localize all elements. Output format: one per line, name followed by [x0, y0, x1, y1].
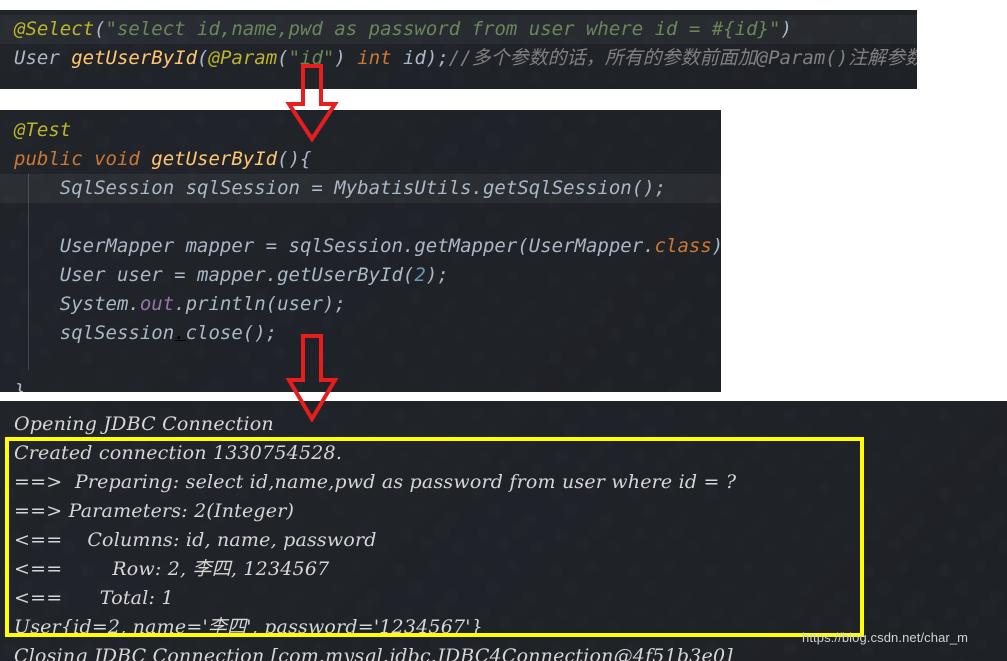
code-token: ( [94, 18, 106, 40]
code-token: int [357, 47, 392, 69]
code-token: "select id,name,pwd as password from use… [105, 18, 781, 40]
code-token: ( [197, 47, 209, 69]
test-code-panel: @Test public void getUserById(){ SqlSessi… [0, 110, 721, 392]
test-code-lines: @Test public void getUserById(){ SqlSessi… [0, 110, 721, 392]
code-token: ) [780, 18, 792, 40]
console-line: <== Total: 1 [14, 587, 174, 609]
console-line: ==> Parameters: 2(Integer) [14, 500, 295, 522]
code-token: out [139, 293, 175, 315]
code-token: SqlSession sqlSession = MybatisUtils.get… [14, 177, 667, 199]
code-token: .println(user); [174, 293, 346, 315]
flow-arrow-down-icon [285, 334, 339, 422]
code-token: class [654, 235, 712, 257]
code-line: SqlSession sqlSession = MybatisUtils.get… [14, 174, 721, 203]
code-token: . [174, 322, 186, 344]
console-line: Created connection 1330754528. [14, 442, 343, 464]
code-token: ); [712, 235, 721, 257]
csdn-watermark: https://blog.csdn.net/char_m [802, 630, 969, 645]
code-token: getUserById [151, 148, 278, 170]
code-line: } [14, 377, 721, 392]
code-token: //多个参数的话，所有的参数前面加@Param()注解参数 [448, 47, 917, 69]
code-token: User user = mapper.getUserById( [14, 264, 415, 286]
code-token: User [14, 47, 72, 69]
code-line: sqlSession.close(); [14, 319, 721, 348]
code-token: getUserById [71, 47, 198, 69]
console-output-lines: Opening JDBC Connection Created connectio… [0, 401, 1007, 661]
code-token: id); [391, 47, 449, 69]
code-line: UserMapper mapper = sqlSession.getMapper… [14, 232, 721, 261]
code-token: close(); [185, 322, 278, 344]
code-token: System. [14, 293, 140, 315]
code-token: (){ [277, 148, 312, 170]
mapper-code-lines: @Select("select id,name,pwd as password … [0, 10, 917, 73]
code-token: ); [425, 264, 449, 286]
code-token: public void [14, 148, 152, 170]
code-token: UserMapper mapper = sqlSession.getMapper… [14, 235, 655, 257]
console-line: ==> Preparing: select id,name,pwd as pas… [14, 471, 737, 493]
code-line: public void getUserById(){ [14, 145, 721, 174]
code-line: @Select("select id,name,pwd as password … [14, 15, 917, 44]
code-token: @Param [208, 47, 278, 69]
code-token: 2 [414, 264, 426, 286]
console-line: <== Columns: id, name, password [14, 529, 377, 551]
code-line: @Test [14, 116, 721, 145]
code-token: @Select [14, 18, 95, 40]
console-line: <== Row: 2, 李四, 1234567 [14, 558, 330, 580]
code-token: @Test [14, 119, 72, 141]
code-line: System.out.println(user); [14, 290, 721, 319]
code-token: sqlSession [14, 322, 175, 344]
code-line: User getUserById(@Param("id") int id);//… [14, 44, 917, 73]
flow-arrow-down-icon [285, 64, 339, 142]
console-line: Opening JDBC Connection [14, 413, 274, 435]
code-line: User user = mapper.getUserById(2); [14, 261, 721, 290]
mapper-code-panel: @Select("select id,name,pwd as password … [0, 10, 917, 89]
console-output-panel: Opening JDBC Connection Created connectio… [0, 401, 1007, 661]
code-token: } [14, 380, 26, 392]
